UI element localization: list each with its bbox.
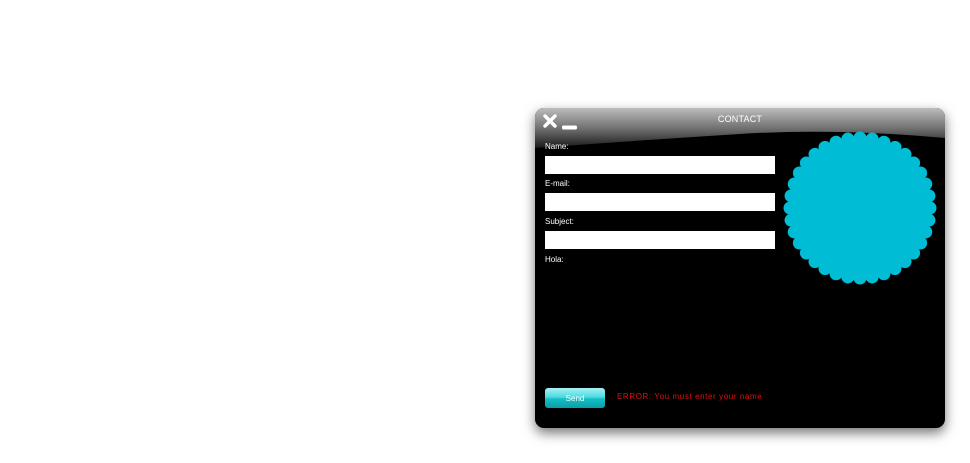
- scalloped-badge-icon: [783, 131, 937, 285]
- minimize-icon: [562, 125, 577, 130]
- contact-window: CONTACT Name: E-mail: Subject: Hola: Sen…: [535, 108, 945, 428]
- subject-field[interactable]: [545, 231, 775, 249]
- message-field[interactable]: [545, 271, 779, 385]
- close-icon: [543, 114, 557, 128]
- subject-label: Subject:: [545, 217, 574, 226]
- name-field[interactable]: [545, 156, 775, 174]
- close-button[interactable]: [542, 113, 558, 129]
- minimize-button[interactable]: [562, 117, 577, 130]
- send-button[interactable]: Send: [545, 388, 605, 408]
- email-field[interactable]: [545, 193, 775, 211]
- window-title: CONTACT: [717, 114, 763, 124]
- email-label: E-mail:: [545, 179, 570, 188]
- message-label: Hola:: [545, 255, 564, 264]
- name-label: Name:: [545, 142, 569, 151]
- error-message: ERROR: You must enter your name: [617, 392, 763, 401]
